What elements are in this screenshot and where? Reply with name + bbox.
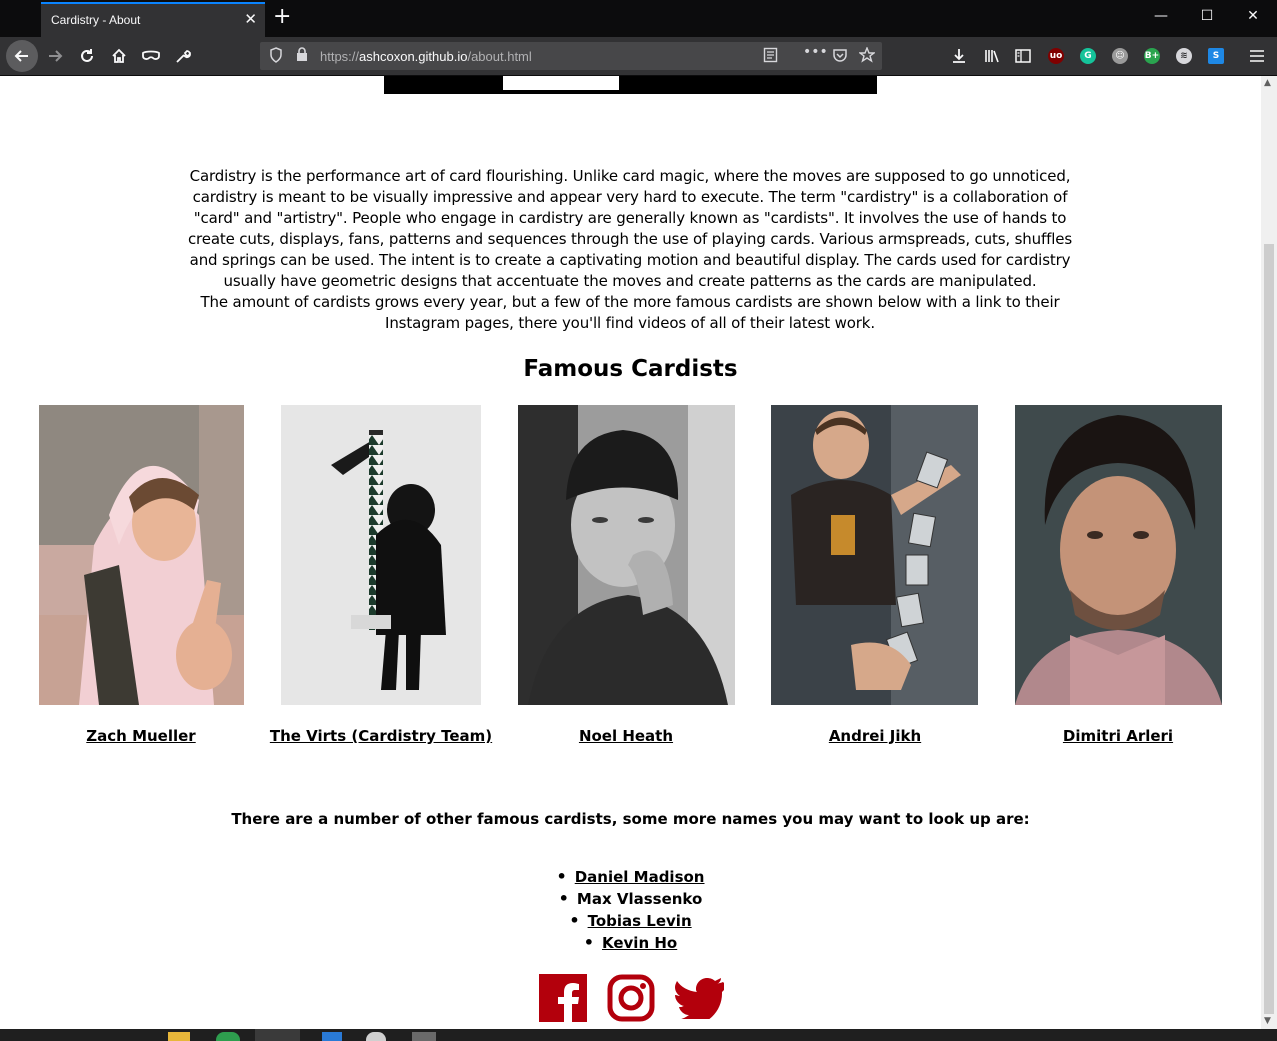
- cardist-name-link[interactable]: Daniel Madison: [575, 868, 705, 886]
- cardist-link[interactable]: Dimitri Arleri: [998, 727, 1238, 745]
- instagram-icon[interactable]: [606, 973, 656, 1023]
- download-icon: [953, 49, 965, 63]
- app3-taskbar-icon[interactable]: [412, 1032, 436, 1041]
- developer-tools-button[interactable]: [170, 43, 196, 69]
- home-icon: [112, 48, 126, 63]
- bplus-extension-icon[interactable]: B+: [1144, 48, 1160, 64]
- list-item: Kevin Ho: [0, 932, 1261, 954]
- app-taskbar-icon[interactable]: [216, 1032, 240, 1041]
- app2-taskbar-icon[interactable]: [366, 1032, 386, 1041]
- forward-button[interactable]: [42, 43, 68, 69]
- lock-icon[interactable]: [296, 47, 308, 66]
- twitter-icon[interactable]: [674, 977, 724, 1019]
- hamburger-menu-icon: [1250, 50, 1264, 62]
- new-tab-button[interactable]: +: [273, 6, 291, 28]
- sidebar-icon: [1015, 49, 1031, 63]
- firefox-taskbar-icon[interactable]: [255, 1029, 300, 1041]
- list-item: Tobias Levin: [0, 910, 1261, 932]
- cardist-link[interactable]: The Virts (Cardistry Team): [261, 727, 501, 745]
- private-mask-button[interactable]: [138, 43, 164, 69]
- url-bar[interactable]: https://ashcoxon.github.io/about.html ••…: [260, 42, 882, 70]
- bookmark-star-icon[interactable]: [857, 46, 877, 67]
- maximize-button[interactable]: ☐: [1192, 8, 1222, 24]
- account-extension-icon[interactable]: ☺: [1112, 48, 1128, 64]
- famous-cardists-heading: Famous Cardists: [523, 356, 738, 382]
- cardist-link[interactable]: Andrei Jikh: [755, 727, 995, 745]
- list-item: Max Vlassenko: [0, 888, 1261, 910]
- intro-paragraph-1: Cardistry is the performance art of card…: [187, 167, 1073, 290]
- cardist-photo: [39, 405, 244, 705]
- cloud-extension-icon[interactable]: ≋: [1176, 48, 1192, 64]
- cardist-link[interactable]: Noel Heath: [506, 727, 746, 745]
- cardist-name: Max Vlassenko: [576, 890, 703, 908]
- facebook-icon[interactable]: [538, 973, 588, 1023]
- os-taskbar: [0, 1029, 1277, 1041]
- tab-strip: Cardistry - About ✕ + — ☐ ✕: [0, 0, 1277, 37]
- nav-active-item[interactable]: [503, 76, 619, 90]
- page-content: Cardistry is the performance art of card…: [0, 76, 1261, 1029]
- mask-icon: [142, 50, 160, 60]
- downloads-button[interactable]: [946, 43, 972, 69]
- browser-window: Cardistry - About ✕ + — ☐ ✕ https://ashc…: [0, 0, 1277, 1041]
- scroll-up-icon[interactable]: ▲: [1264, 78, 1271, 88]
- reload-icon: [81, 49, 93, 62]
- grammarly-extension-icon[interactable]: G: [1080, 48, 1096, 64]
- intro-paragraph-2: The amount of cardists grows every year,…: [200, 293, 1060, 332]
- url-text[interactable]: https://ashcoxon.github.io/about.html: [320, 49, 532, 64]
- reader-view-icon[interactable]: [763, 47, 778, 67]
- folder-taskbar-icon[interactable]: [168, 1032, 190, 1041]
- page-actions-button[interactable]: •••: [803, 44, 828, 60]
- arrow-left-icon: [14, 50, 28, 62]
- wrench-icon: [176, 50, 191, 63]
- list-item: Daniel Madison: [0, 866, 1261, 888]
- scroll-down-icon[interactable]: ▼: [1264, 1016, 1271, 1026]
- back-button[interactable]: [6, 40, 38, 72]
- tab-cardistry-about[interactable]: Cardistry - About ✕: [41, 2, 265, 37]
- reload-button[interactable]: [74, 43, 100, 69]
- tab-close-icon[interactable]: ✕: [244, 11, 257, 27]
- library-icon: [985, 50, 999, 63]
- s-extension-icon[interactable]: S: [1208, 48, 1224, 64]
- sidebar-button[interactable]: [1010, 43, 1036, 69]
- url-scheme: https://: [320, 49, 360, 64]
- intro-text: Cardistry is the performance art of card…: [180, 166, 1080, 334]
- more-cardists-text: There are a number of other famous cardi…: [231, 810, 1030, 828]
- url-path: /about.html: [467, 49, 532, 64]
- menu-button[interactable]: [1244, 43, 1270, 69]
- nav-toolbar: https://ashcoxon.github.io/about.html ••…: [0, 37, 1277, 76]
- more-cardists-list: Daniel Madison Max Vlassenko Tobias Levi…: [0, 866, 1261, 954]
- site-header-navbar: [384, 76, 877, 94]
- cardist-photo: [518, 405, 735, 705]
- vscode-taskbar-icon[interactable]: [322, 1032, 342, 1041]
- cardist-name-link[interactable]: Kevin Ho: [602, 934, 677, 952]
- library-button[interactable]: [979, 43, 1005, 69]
- vertical-scrollbar[interactable]: ▲ ▼: [1261, 76, 1277, 1029]
- cardist-link[interactable]: Zach Mueller: [21, 727, 261, 745]
- cardist-photo: [771, 405, 978, 705]
- minimize-button[interactable]: —: [1146, 8, 1176, 24]
- cardist-photo: [1015, 405, 1222, 705]
- home-button[interactable]: [106, 43, 132, 69]
- tab-title: Cardistry - About: [51, 13, 141, 27]
- url-host: ashcoxon.github.io: [359, 49, 468, 64]
- arrow-right-icon: [49, 50, 63, 62]
- cardist-name-link[interactable]: Tobias Levin: [588, 912, 692, 930]
- close-window-button[interactable]: ✕: [1238, 8, 1268, 24]
- scroll-thumb[interactable]: [1264, 244, 1274, 1014]
- ublock-extension-icon[interactable]: uo: [1048, 48, 1064, 64]
- pocket-icon[interactable]: [832, 47, 848, 67]
- shield-icon[interactable]: [269, 47, 283, 67]
- cardist-photo: [281, 405, 481, 705]
